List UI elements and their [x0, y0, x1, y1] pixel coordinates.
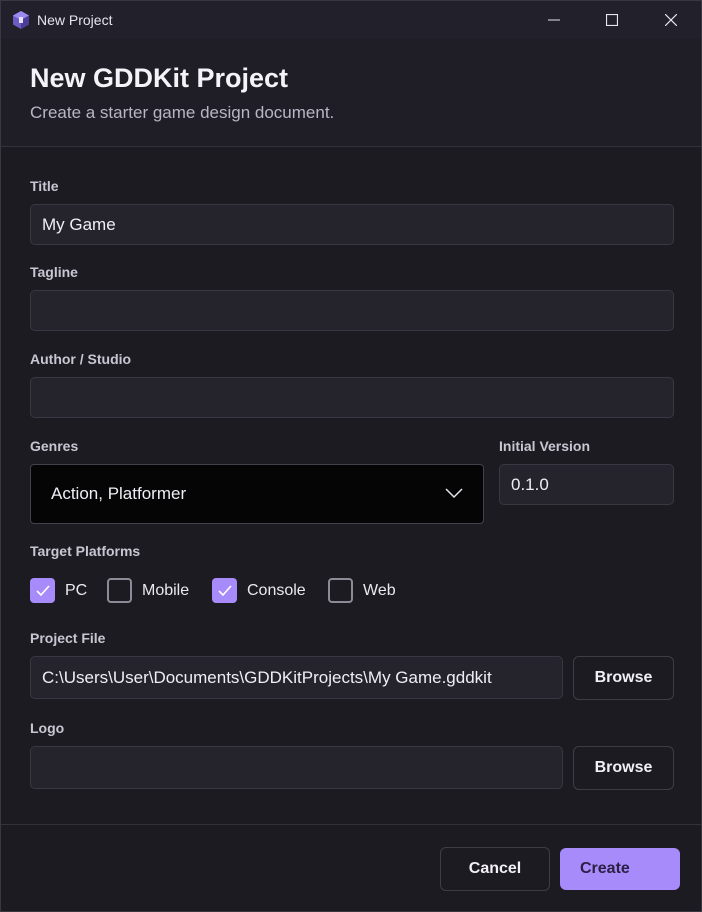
dialog-subtitle: Create a starter game design document.: [30, 103, 335, 122]
window-title: New Project: [37, 12, 113, 28]
genres-label: Genres: [30, 438, 79, 454]
tagline-input[interactable]: [30, 290, 674, 331]
checkbox-web-label[interactable]: Web: [363, 582, 396, 600]
genres-dropdown-value: Action, Platformer: [51, 484, 187, 503]
project-file-label: Project File: [30, 630, 106, 646]
maximize-button[interactable]: [583, 1, 641, 39]
dialog-title: New GDDKit Project: [30, 63, 289, 93]
cancel-button[interactable]: Cancel: [440, 847, 550, 891]
author-input[interactable]: [30, 377, 674, 418]
browse-project-file-button[interactable]: Browse: [573, 656, 674, 700]
checkmark-icon: [217, 584, 232, 596]
maximize-icon: [606, 14, 618, 26]
logo-input[interactable]: [30, 746, 563, 789]
close-button[interactable]: [642, 1, 700, 39]
browse-label: Browse: [594, 669, 653, 686]
create-label: Create: [580, 860, 630, 877]
minimize-icon: [548, 19, 560, 21]
version-label: Initial Version: [499, 438, 591, 454]
minimize-button[interactable]: [525, 1, 583, 39]
project-file-input[interactable]: C:\Users\User\Documents\GDDKitProjects\M…: [30, 656, 563, 699]
title-input-value: My Game: [42, 214, 116, 234]
checkbox-pc-label[interactable]: PC: [65, 582, 87, 600]
cancel-label: Cancel: [468, 860, 522, 877]
checkbox-mobile-label[interactable]: Mobile: [142, 582, 189, 600]
checkbox-mobile[interactable]: [107, 578, 132, 603]
platforms-label: Target Platforms: [30, 543, 141, 559]
genres-dropdown[interactable]: Action, Platformer: [30, 464, 484, 524]
create-button[interactable]: Create: [560, 848, 680, 890]
new-project-window: New Project New GDDKit Project Create a …: [0, 0, 702, 912]
version-input[interactable]: 0.1.0: [499, 464, 674, 505]
checkbox-pc[interactable]: [30, 578, 55, 603]
browse-label: Browse: [594, 759, 653, 776]
title-label: Title: [30, 178, 59, 194]
title-input[interactable]: My Game: [30, 204, 674, 245]
browse-logo-button[interactable]: Browse: [573, 746, 674, 790]
checkbox-console-label[interactable]: Console: [247, 582, 306, 600]
chevron-down-icon: [445, 488, 463, 499]
title-bar: New Project: [1, 1, 701, 39]
close-icon: [665, 14, 677, 26]
author-label: Author / Studio: [30, 351, 132, 367]
tagline-label: Tagline: [30, 264, 78, 280]
footer-divider: [1, 824, 701, 825]
gddkit-logo-icon: [13, 11, 29, 29]
logo-label: Logo: [30, 720, 65, 736]
dialog-header: New GDDKit Project Create a starter game…: [1, 39, 701, 147]
checkbox-web[interactable]: [328, 578, 353, 603]
checkbox-console[interactable]: [212, 578, 237, 603]
version-input-value: 0.1.0: [511, 474, 549, 494]
project-file-input-value: C:\Users\User\Documents\GDDKitProjects\M…: [42, 667, 492, 687]
checkmark-icon: [35, 584, 50, 596]
